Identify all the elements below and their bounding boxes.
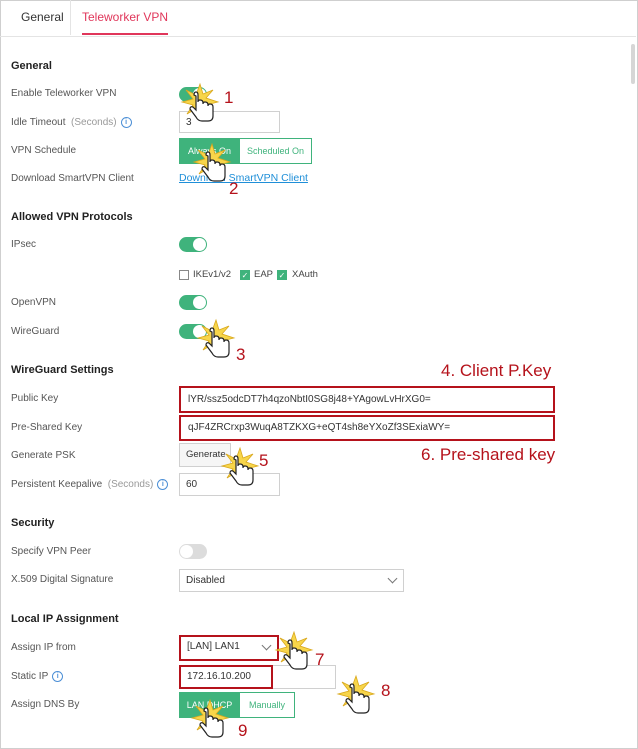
schedule-scheduled-on-button[interactable]: Scheduled On	[239, 138, 312, 164]
x509-select[interactable]: Disabled	[179, 569, 404, 592]
static-ip-input[interactable]: 172.16.10.200	[181, 667, 271, 687]
wireguard-toggle[interactable]	[179, 324, 207, 339]
tab-general[interactable]: General	[21, 0, 64, 35]
download-client-label: Download SmartVPN Client	[11, 173, 134, 184]
x509-label: X.509 Digital Signature	[11, 574, 114, 585]
openvpn-toggle[interactable]	[179, 295, 207, 310]
toggle-knob	[193, 296, 206, 309]
tab-divider	[70, 0, 71, 35]
keepalive-label-text: Persistent Keepalive	[11, 479, 103, 490]
openvpn-label: OpenVPN	[11, 297, 57, 308]
xauth-label: XAuth	[292, 269, 318, 280]
psk-input[interactable]: qJF4ZRCrxp3WuqA8TZKXG+eQT4sh8eYXoZf3SExi…	[182, 418, 552, 438]
section-general-heading: General	[11, 60, 52, 72]
eap-checkbox[interactable]: ✓	[240, 270, 250, 280]
public-key-label: Public Key	[11, 393, 59, 404]
vpn-peer-label: Specify VPN Peer	[11, 546, 92, 557]
schedule-always-on-button[interactable]: Always On	[179, 138, 240, 164]
static-ip-label-text: Static IP	[11, 671, 49, 682]
section-wireguard-heading: WireGuard Settings	[11, 364, 114, 376]
assign-ip-label: Assign IP from	[11, 642, 76, 653]
chevron-down-icon	[261, 640, 272, 651]
idle-timeout-unit: (Seconds)	[71, 117, 117, 128]
annotation-client-key: 4. Client P.Key	[441, 361, 552, 380]
idle-timeout-label-text: Idle Timeout	[11, 117, 66, 128]
ikev1v2-checkbox[interactable]	[179, 270, 189, 280]
idle-timeout-input[interactable]: 3	[179, 111, 280, 133]
generate-psk-label: Generate PSK	[11, 450, 76, 461]
annotation-2: 2	[229, 179, 239, 198]
x509-select-value: Disabled	[186, 575, 225, 586]
xauth-checkbox[interactable]: ✓	[277, 270, 287, 280]
assign-ip-select[interactable]: [LAN] LAN1	[181, 637, 277, 659]
download-client-link[interactable]: Download SmartVPN Client	[179, 172, 308, 184]
toggle-knob	[180, 545, 193, 558]
enable-vpn-toggle[interactable]	[179, 87, 207, 102]
assign-dns-label: Assign DNS By	[11, 699, 80, 710]
scrollbar-thumb[interactable]	[631, 44, 635, 84]
generate-psk-button[interactable]: Generate	[179, 443, 231, 467]
enable-vpn-label: Enable Teleworker VPN	[11, 88, 117, 99]
ikev1v2-label: IKEv1/v2	[193, 269, 232, 280]
section-security-heading: Security	[11, 517, 55, 529]
toggle-knob	[193, 238, 206, 251]
keepalive-unit: (Seconds)	[107, 479, 154, 490]
keepalive-input[interactable]: 60	[179, 473, 280, 496]
annotation-5: 5	[259, 451, 269, 470]
psk-label: Pre-Shared Key	[11, 422, 83, 433]
ipsec-label: IPsec	[11, 239, 37, 250]
tab-bar: General Teleworker VPN	[0, 0, 636, 37]
chevron-down-icon	[387, 573, 398, 584]
eap-label: EAP	[254, 269, 274, 280]
vpn-peer-toggle[interactable]	[179, 544, 207, 559]
section-local-ip-heading: Local IP Assignment	[11, 613, 119, 625]
info-icon[interactable]: i	[157, 479, 169, 490]
info-icon[interactable]: i	[52, 671, 64, 682]
annotation-7: 7	[315, 650, 325, 669]
wireguard-label: WireGuard	[11, 326, 60, 337]
idle-timeout-label: Idle Timeout (Seconds) i	[11, 117, 132, 128]
annotation-1: 1	[224, 88, 234, 107]
annotation-preshared-key: 6. Pre-shared key	[421, 445, 556, 464]
static-ip-label: Static IP i	[11, 671, 64, 682]
dns-manually-button[interactable]: Manually	[239, 692, 295, 718]
tab-teleworker-vpn[interactable]: Teleworker VPN	[82, 0, 169, 35]
info-icon[interactable]: i	[120, 117, 132, 128]
annotation-8: 8	[381, 681, 391, 700]
section-protocols-heading: Allowed VPN Protocols	[11, 211, 133, 223]
toggle-knob	[193, 325, 206, 338]
ipsec-toggle[interactable]	[179, 237, 207, 252]
annotation-9: 9	[238, 721, 248, 740]
dns-lan-dhcp-button[interactable]: LAN DHCP	[179, 692, 240, 718]
keepalive-label: Persistent Keepalive (Seconds) i	[11, 479, 169, 490]
vpn-schedule-label: VPN Schedule	[11, 145, 77, 156]
public-key-input[interactable]: lYR/ssz5odcDT7h4qzoNbtI0SG8j48+YAgowLvHr…	[182, 389, 552, 410]
toggle-knob	[193, 88, 206, 101]
annotation-3: 3	[236, 345, 246, 364]
assign-ip-select-value: [LAN] LAN1	[187, 641, 240, 652]
